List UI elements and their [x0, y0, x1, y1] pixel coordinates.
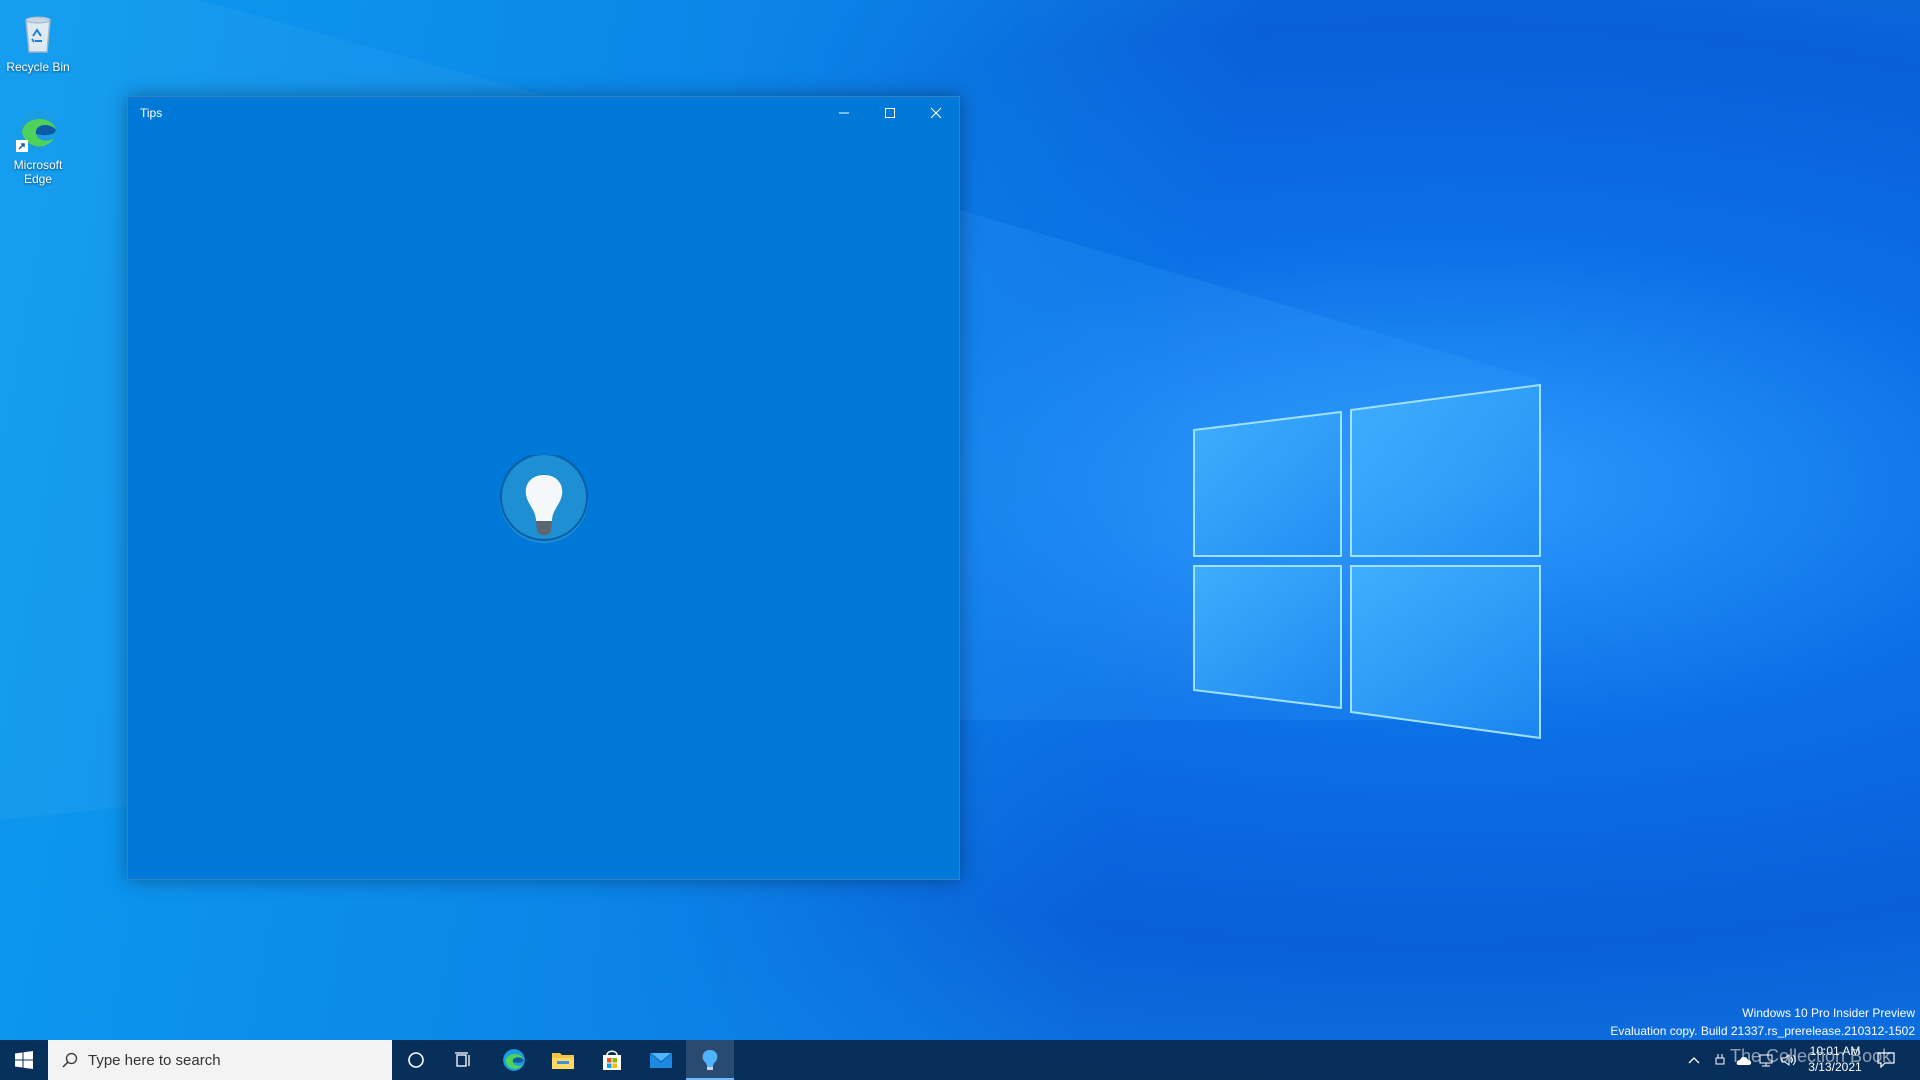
title-bar[interactable]: Tips — [128, 97, 959, 129]
overlay-watermark: The Collection Book — [1730, 1046, 1892, 1066]
cortana-button[interactable] — [392, 1040, 440, 1080]
minimize-button[interactable] — [821, 97, 867, 129]
recycle-bin-shortcut[interactable]: Recycle Bin — [1, 8, 75, 74]
maximize-button[interactable] — [867, 97, 913, 129]
mail-button[interactable] — [637, 1040, 685, 1080]
start-button[interactable] — [0, 1040, 48, 1080]
store-button[interactable] — [588, 1040, 636, 1080]
microsoft-edge-shortcut[interactable]: Microsoft Edge — [1, 106, 75, 186]
file-explorer-button[interactable] — [539, 1040, 587, 1080]
taskbar-edge-button[interactable] — [490, 1040, 538, 1080]
show-hidden-icons-button[interactable] — [1684, 1050, 1704, 1070]
window-title: Tips — [140, 106, 163, 120]
watermark-edition: Windows 10 Pro Insider Preview — [1742, 1006, 1915, 1020]
tips-icon — [702, 1050, 718, 1070]
maximize-icon — [885, 108, 895, 118]
recycle-bin-label: Recycle Bin — [6, 60, 70, 74]
search-box[interactable]: Type here to search — [48, 1040, 392, 1080]
taskbar: Type here to search 10:01 AM 3/13/2021 — [0, 1040, 1920, 1080]
edge-icon — [16, 110, 58, 152]
file-explorer-icon — [552, 1053, 574, 1069]
windows-start-icon — [15, 1051, 33, 1069]
plug-icon — [1715, 1054, 1725, 1065]
tips-taskbar-button[interactable] — [686, 1040, 734, 1080]
minimize-icon — [839, 112, 849, 114]
cortana-icon — [408, 1052, 424, 1068]
task-view-button[interactable] — [440, 1040, 488, 1080]
search-icon — [62, 1052, 78, 1068]
microsoft-edge-label: Microsoft Edge — [13, 158, 63, 186]
tips-window: Tips — [127, 96, 960, 880]
task-view-icon — [455, 1052, 470, 1067]
edge-icon — [503, 1049, 525, 1071]
chevron-up-icon — [1688, 1057, 1700, 1064]
mail-icon — [649, 1052, 673, 1068]
search-placeholder: Type here to search — [88, 1052, 221, 1069]
desktop: Recycle Bin Microsoft Edge Tips Windows … — [0, 0, 1920, 1080]
lightbulb-icon — [500, 455, 588, 543]
build-watermark: Windows 10 Pro Insider Preview Evaluatio… — [1610, 1004, 1915, 1040]
close-button[interactable] — [913, 97, 959, 129]
power-tray-button[interactable] — [1710, 1050, 1730, 1070]
close-icon — [930, 107, 942, 119]
recycle-bin-icon — [25, 16, 51, 53]
watermark-build: Evaluation copy. Build 21337.rs_prerelea… — [1610, 1024, 1915, 1038]
store-icon — [603, 1050, 621, 1070]
